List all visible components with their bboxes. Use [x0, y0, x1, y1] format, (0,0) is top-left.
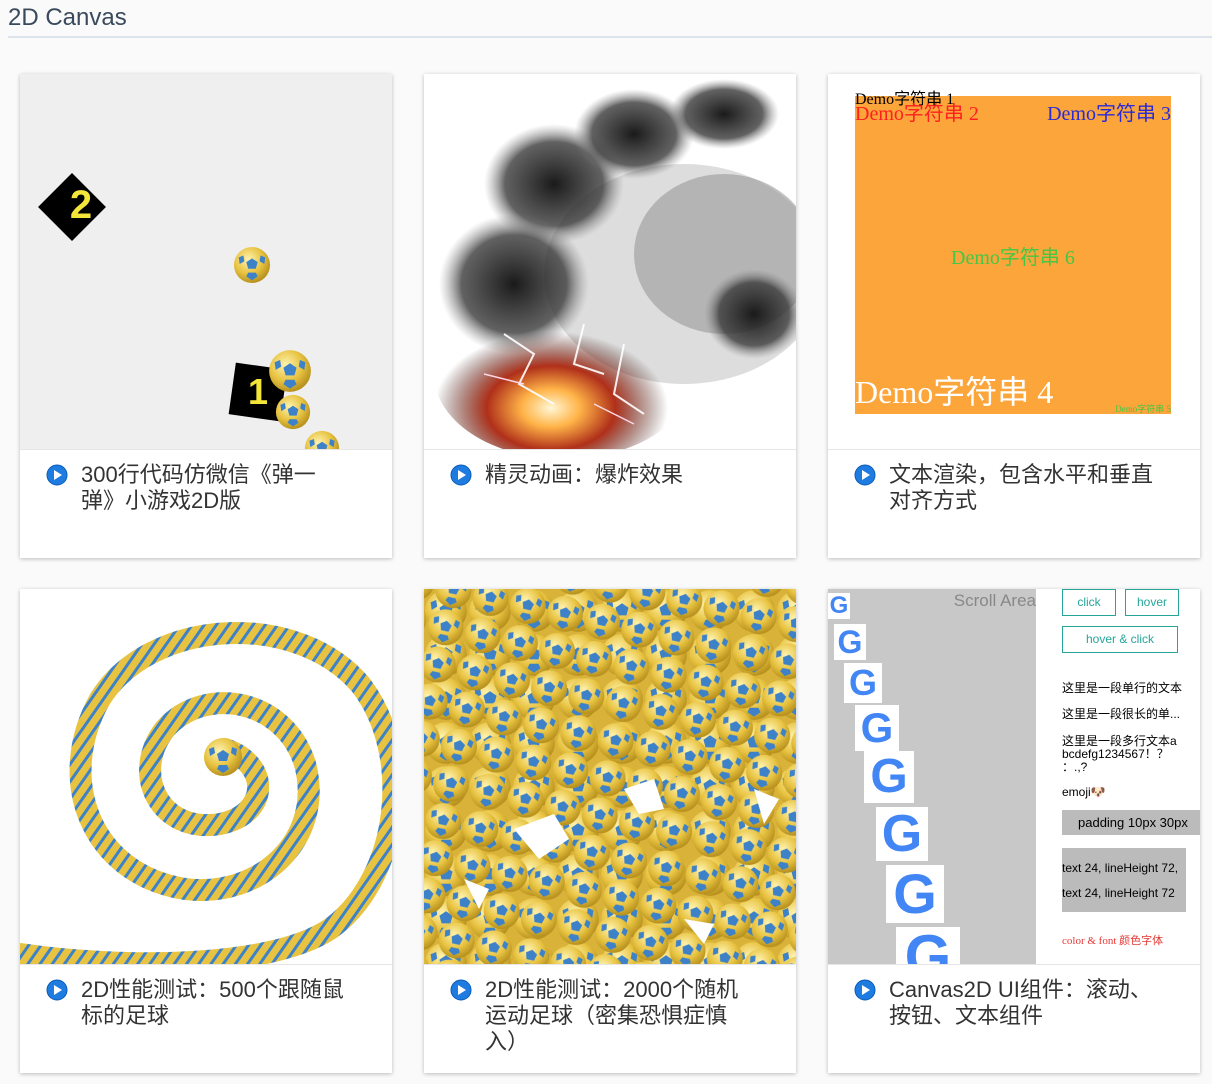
demo-thumbnail	[20, 589, 392, 964]
section-title: 2D Canvas	[8, 4, 127, 31]
demo-text-2: Demo字符串 2	[855, 102, 979, 125]
block-number: 2	[70, 183, 92, 227]
play-circle-icon	[450, 979, 472, 1001]
block-number: 1	[248, 371, 268, 412]
hover-click-button[interactable]: hover & click	[1062, 626, 1178, 653]
card-caption[interactable]: 精灵动画：爆炸效果	[450, 462, 750, 488]
demo-card-explosion[interactable]: 精灵动画：爆炸效果	[424, 74, 796, 558]
demo-card-tiaoyitiao[interactable]: 2 1 300行代码仿微信《弹一弹》小游戏2D版	[20, 74, 392, 558]
play-circle-icon	[450, 464, 472, 486]
click-button[interactable]: click	[1062, 589, 1116, 616]
demo-thumbnail	[424, 74, 796, 449]
color-font-text: color & font 颜色字体	[1062, 935, 1164, 947]
card-caption[interactable]: 300行代码仿微信《弹一弹》小游戏2D版	[46, 462, 346, 514]
demo-card-ui-components[interactable]: Scroll Area G G G G G G G G click hover …	[828, 589, 1200, 1073]
line-height-box: text 24, lineHeight 72, text 24, lineHei…	[1062, 848, 1186, 912]
demo-text-6: Demo字符串 6	[951, 246, 1075, 269]
hover-button[interactable]: hover	[1125, 589, 1179, 616]
padding-text: padding 10px 30px	[1062, 810, 1200, 835]
play-circle-icon	[854, 464, 876, 486]
g-tile: G	[828, 592, 850, 619]
demo-text-5: Demo字符串 5	[1115, 403, 1171, 414]
line-height-text-2: text 24, lineHeight 72	[1062, 886, 1175, 900]
single-line-text: 这里是一段单行的文本	[1062, 681, 1183, 695]
emoji-text: emoji🐶	[1062, 785, 1106, 799]
card-caption[interactable]: Canvas2D UI组件：滚动、按钮、文本组件	[854, 977, 1154, 1029]
football	[275, 394, 311, 430]
scroll-area[interactable]: Scroll Area G G G G G G G G	[828, 589, 1036, 964]
demo-card-2000-balls[interactable]: 2D性能测试：2000个随机运动足球（密集恐惧症慎入）	[424, 589, 796, 1073]
scroll-area-label: Scroll Area	[953, 591, 1036, 610]
g-tile: G	[864, 751, 914, 803]
demo-text-4: Demo字符串 4	[855, 374, 1053, 410]
play-circle-icon	[46, 464, 68, 486]
demo-card-text-render[interactable]: Demo字符串 1 Demo字符串 2 Demo字符串 3 Demo字符串 6 …	[828, 74, 1200, 558]
demo-thumbnail	[424, 589, 796, 964]
section-divider	[8, 36, 1212, 38]
football	[233, 246, 271, 284]
football	[304, 430, 340, 449]
card-caption[interactable]: 2D性能测试：500个跟随鼠标的足球	[46, 977, 346, 1029]
demo-thumbnail: Scroll Area G G G G G G G G click hover …	[828, 589, 1200, 964]
demo-text-3: Demo字符串 3	[1047, 102, 1171, 125]
demo-thumbnail: 2 1	[20, 74, 392, 449]
g-tile: G	[844, 663, 882, 703]
g-tile: G	[834, 624, 866, 660]
g-tile: G	[855, 705, 899, 751]
football	[269, 350, 311, 392]
multi-line-text-3: ：.,?	[1062, 760, 1088, 774]
card-caption[interactable]: 文本渲染，包含水平和垂直对齐方式	[854, 462, 1154, 514]
card-caption[interactable]: 2D性能测试：2000个随机运动足球（密集恐惧症慎入）	[450, 977, 750, 1055]
g-tile: G	[896, 927, 960, 964]
ball-spiral	[20, 622, 392, 964]
g-tile: G	[876, 807, 928, 861]
demo-thumbnail: Demo字符串 1 Demo字符串 2 Demo字符串 3 Demo字符串 6 …	[828, 74, 1200, 449]
ellipsis-text: 这里是一段很长的单...	[1062, 707, 1181, 721]
play-circle-icon	[46, 979, 68, 1001]
line-height-text-1: text 24, lineHeight 72,	[1062, 861, 1179, 875]
football	[204, 738, 242, 776]
demo-card-500-balls[interactable]: 2D性能测试：500个跟随鼠标的足球	[20, 589, 392, 1073]
play-circle-icon	[854, 979, 876, 1001]
g-tile: G	[886, 865, 944, 923]
